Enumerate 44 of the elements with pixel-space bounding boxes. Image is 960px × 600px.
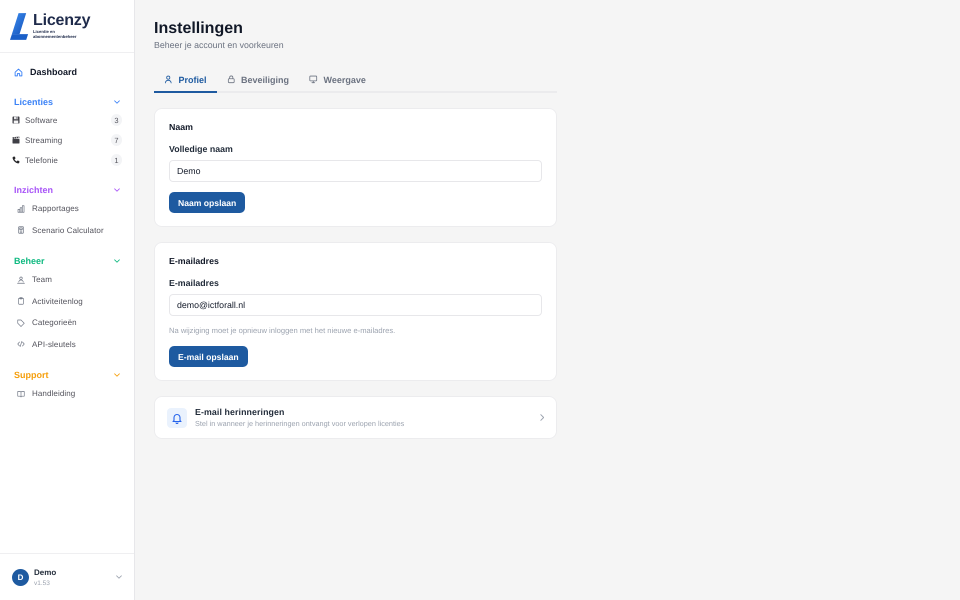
save-button[interactable]: E-mail opslaan (169, 346, 248, 367)
nav-item[interactable]: Dashboard (6, 61, 84, 83)
tab[interactable]: Profiel (154, 68, 217, 93)
nav-item[interactable]: Team (0, 269, 122, 290)
nav-item[interactable]: Activiteitenlog (0, 290, 122, 312)
name-input[interactable]: Demo (169, 160, 542, 182)
code-icon (17, 340, 25, 348)
avatar: D (12, 568, 29, 586)
email-input[interactable]: demo@ictforall.nl (169, 294, 542, 316)
page-title: Instellingen (154, 19, 244, 39)
field-label: E-mailadres (169, 278, 220, 289)
tab[interactable]: Beveiliging (216, 68, 300, 93)
save-button[interactable]: Naam opslaan (169, 192, 246, 213)
clapperboard-icon (12, 136, 20, 144)
reminder-title: E-mail herinneringen (195, 407, 286, 417)
bar-chart-icon (17, 204, 25, 213)
field-label: Volledige naam (169, 144, 234, 155)
clipboard-icon (17, 297, 25, 306)
section-header[interactable]: Inzichten (14, 182, 120, 198)
calculator-icon (17, 226, 25, 234)
person-icon (17, 276, 25, 284)
card-title: E-mailadres (169, 256, 220, 267)
tab[interactable]: Weergave (299, 68, 376, 93)
monitor-icon (309, 75, 318, 84)
nav-item[interactable]: API-sleutels (0, 334, 122, 355)
tag-icon (17, 318, 25, 327)
user-name: Demo (34, 568, 56, 576)
lock-icon (226, 75, 236, 84)
phone-icon (12, 156, 20, 164)
nav-item[interactable]: Categorieën (0, 312, 122, 334)
logo-name: Licenzy (33, 12, 90, 29)
section-header[interactable]: Licenties (14, 94, 120, 110)
chevron-down-icon (116, 575, 122, 579)
card-title: Naam (169, 122, 194, 133)
nav-item[interactable]: Handleiding (0, 383, 122, 404)
home-icon (14, 68, 23, 76)
chevron-right-icon (540, 414, 544, 421)
book-icon (17, 390, 25, 398)
page-subtitle: Beheer je account en voorkeuren (154, 40, 285, 50)
bell-icon (167, 408, 187, 428)
user-icon (164, 75, 172, 84)
logo-icon (10, 12, 30, 40)
nav-item[interactable]: Rapportages (0, 198, 122, 220)
nav-item[interactable]: Scenario Calculator (0, 220, 122, 241)
